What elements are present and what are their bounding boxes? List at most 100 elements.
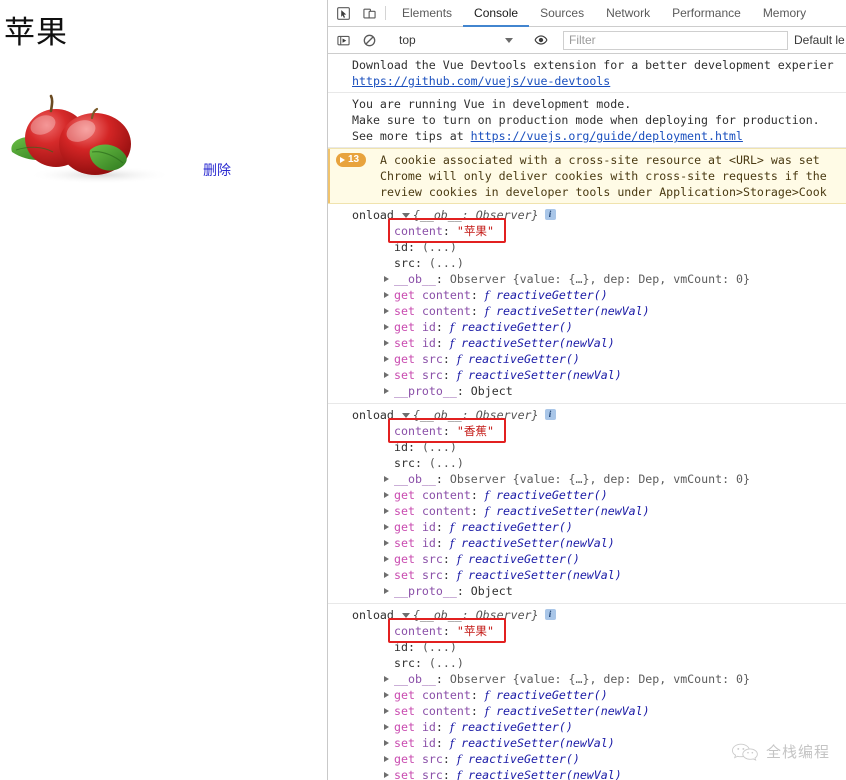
object-property-row[interactable]: set id: f reactiveSetter(newVal) <box>328 535 846 551</box>
property-value: reactiveSetter(newVal) <box>496 704 650 718</box>
delete-link[interactable]: 删除 <box>203 160 231 180</box>
object-property-row[interactable]: set content: f reactiveSetter(newVal) <box>328 303 846 319</box>
log-levels-select[interactable]: Default le <box>794 33 846 47</box>
expand-arrow-icon[interactable] <box>384 276 389 282</box>
tab-performance[interactable]: Performance <box>661 0 752 27</box>
clear-console-icon[interactable] <box>356 34 382 47</box>
tab-sources[interactable]: Sources <box>529 0 595 27</box>
property-key: id <box>421 736 436 750</box>
accessor-kind: set <box>394 304 415 318</box>
object-property-row[interactable]: id: (...) <box>328 639 846 655</box>
expand-arrow-icon[interactable] <box>384 508 389 514</box>
property-value: reactiveGetter() <box>496 288 608 302</box>
object-property-row[interactable]: set src: f reactiveSetter(newVal) <box>328 367 846 383</box>
object-property-row[interactable]: src: (...) <box>328 455 846 471</box>
expand-arrow-icon[interactable] <box>384 772 389 778</box>
object-group-header[interactable]: onload {__ob__: Observer} i <box>328 407 846 423</box>
property-key: src <box>421 352 443 366</box>
expand-arrow-icon[interactable] <box>384 524 389 530</box>
warning-count: 13 <box>347 154 360 165</box>
object-group-header[interactable]: onload {__ob__: Observer} i <box>328 607 846 623</box>
expand-arrow-icon[interactable] <box>384 308 389 314</box>
property-key: id <box>394 640 408 654</box>
property-key: id <box>421 720 436 734</box>
expand-arrow-icon[interactable] <box>384 692 389 698</box>
tab-elements[interactable]: Elements <box>391 0 463 27</box>
console-message-cookie-warning: 13 A cookie associated with a cross-site… <box>328 148 846 204</box>
expand-arrow-icon[interactable] <box>384 708 389 714</box>
object-property-row[interactable]: set content: f reactiveSetter(newVal) <box>328 703 846 719</box>
vue-deployment-link[interactable]: https://vuejs.org/guide/deployment.html <box>471 129 743 143</box>
object-property-row[interactable]: id: (...) <box>328 439 846 455</box>
expand-arrow-icon[interactable] <box>384 756 389 762</box>
object-property-row[interactable]: set content: f reactiveSetter(newVal) <box>328 503 846 519</box>
object-property-row[interactable]: __ob__: Observer {value: {…}, dep: Dep, … <box>328 671 846 687</box>
web-page-pane: 苹果 删除 <box>0 0 328 780</box>
expand-arrow-icon[interactable] <box>384 540 389 546</box>
object-property-row[interactable]: get id: f reactiveGetter() <box>328 519 846 535</box>
expand-arrow-icon[interactable] <box>384 340 389 346</box>
info-icon[interactable]: i <box>544 209 556 220</box>
vue-devtools-link[interactable]: https://github.com/vuejs/vue-devtools <box>352 74 610 88</box>
execution-context-select[interactable]: top <box>391 31 519 50</box>
expand-arrow-icon[interactable] <box>384 740 389 746</box>
object-property-row[interactable]: get src: f reactiveGetter() <box>328 551 846 567</box>
expand-arrow-icon[interactable] <box>384 372 389 378</box>
object-property-row[interactable]: get id: f reactiveGetter() <box>328 719 846 735</box>
object-property-row[interactable]: src: (...) <box>328 655 846 671</box>
property-key: src <box>394 456 415 470</box>
device-toolbar-icon[interactable] <box>356 0 382 26</box>
execute-snippet-icon[interactable] <box>330 34 356 47</box>
object-property-row[interactable]: id: (...) <box>328 239 846 255</box>
collapse-arrow-icon[interactable] <box>401 412 410 418</box>
screenshot-root: 苹果 删除 Elements Console Sources Network P… <box>0 0 846 780</box>
object-property-row[interactable]: get content: f reactiveGetter() <box>328 487 846 503</box>
expand-arrow-icon[interactable] <box>384 572 389 578</box>
object-property-row[interactable]: content: "香蕉" <box>328 423 846 439</box>
live-expression-icon[interactable] <box>528 33 554 47</box>
object-property-row[interactable]: __ob__: Observer {value: {…}, dep: Dep, … <box>328 471 846 487</box>
object-property-row[interactable]: content: "苹果" <box>328 223 846 239</box>
info-icon[interactable]: i <box>544 609 556 620</box>
expand-arrow-icon[interactable] <box>384 476 389 482</box>
expand-arrow-icon[interactable] <box>384 556 389 562</box>
expand-arrow-icon[interactable] <box>384 292 389 298</box>
property-value: reactiveGetter() <box>468 552 580 566</box>
info-icon[interactable]: i <box>544 409 556 420</box>
object-property-row[interactable]: get id: f reactiveGetter() <box>328 319 846 335</box>
collapse-arrow-icon[interactable] <box>401 612 410 618</box>
object-property-row[interactable]: __proto__: Object <box>328 583 846 599</box>
warning-count-badge[interactable]: 13 <box>336 153 366 167</box>
tab-memory[interactable]: Memory <box>752 0 817 27</box>
expand-arrow-icon[interactable] <box>384 356 389 362</box>
expand-arrow-icon[interactable] <box>384 492 389 498</box>
console-object-group: onload {__ob__: Observer} i content: "香蕉" i… <box>328 404 846 604</box>
tab-console[interactable]: Console <box>463 0 530 27</box>
object-property-row[interactable]: __ob__: Observer {value: {…}, dep: Dep, … <box>328 271 846 287</box>
expand-arrow-icon[interactable] <box>384 588 389 594</box>
object-property-row[interactable]: get content: f reactiveGetter() <box>328 287 846 303</box>
tab-network[interactable]: Network <box>595 0 661 27</box>
object-property-row[interactable]: set src: f reactiveSetter(newVal) <box>328 767 846 780</box>
collapse-arrow-icon[interactable] <box>401 212 410 218</box>
object-property-row[interactable]: content: "苹果" <box>328 623 846 639</box>
object-property-row[interactable]: get src: f reactiveGetter() <box>328 751 846 767</box>
object-property-row[interactable]: get src: f reactiveGetter() <box>328 351 846 367</box>
property-value: (...) <box>428 456 464 470</box>
expand-arrow-icon[interactable] <box>384 724 389 730</box>
object-property-row[interactable]: get content: f reactiveGetter() <box>328 687 846 703</box>
console-message-list[interactable]: Download the Vue Devtools extension for … <box>328 54 846 780</box>
object-property-row[interactable]: __proto__: Object <box>328 383 846 399</box>
filter-input[interactable] <box>563 30 788 50</box>
expand-arrow-icon[interactable] <box>384 676 389 682</box>
expand-arrow-icon[interactable] <box>384 324 389 330</box>
inspect-element-icon[interactable] <box>330 0 356 26</box>
property-key: __ob__ <box>394 672 436 686</box>
object-group-header[interactable]: onload {__ob__: Observer} i <box>328 207 846 223</box>
property-key: content <box>421 488 471 502</box>
object-property-row[interactable]: set src: f reactiveSetter(newVal) <box>328 567 846 583</box>
expand-arrow-icon[interactable] <box>384 388 389 394</box>
object-property-row[interactable]: src: (...) <box>328 255 846 271</box>
object-property-row[interactable]: set id: f reactiveSetter(newVal) <box>328 735 846 751</box>
object-property-row[interactable]: set id: f reactiveSetter(newVal) <box>328 335 846 351</box>
